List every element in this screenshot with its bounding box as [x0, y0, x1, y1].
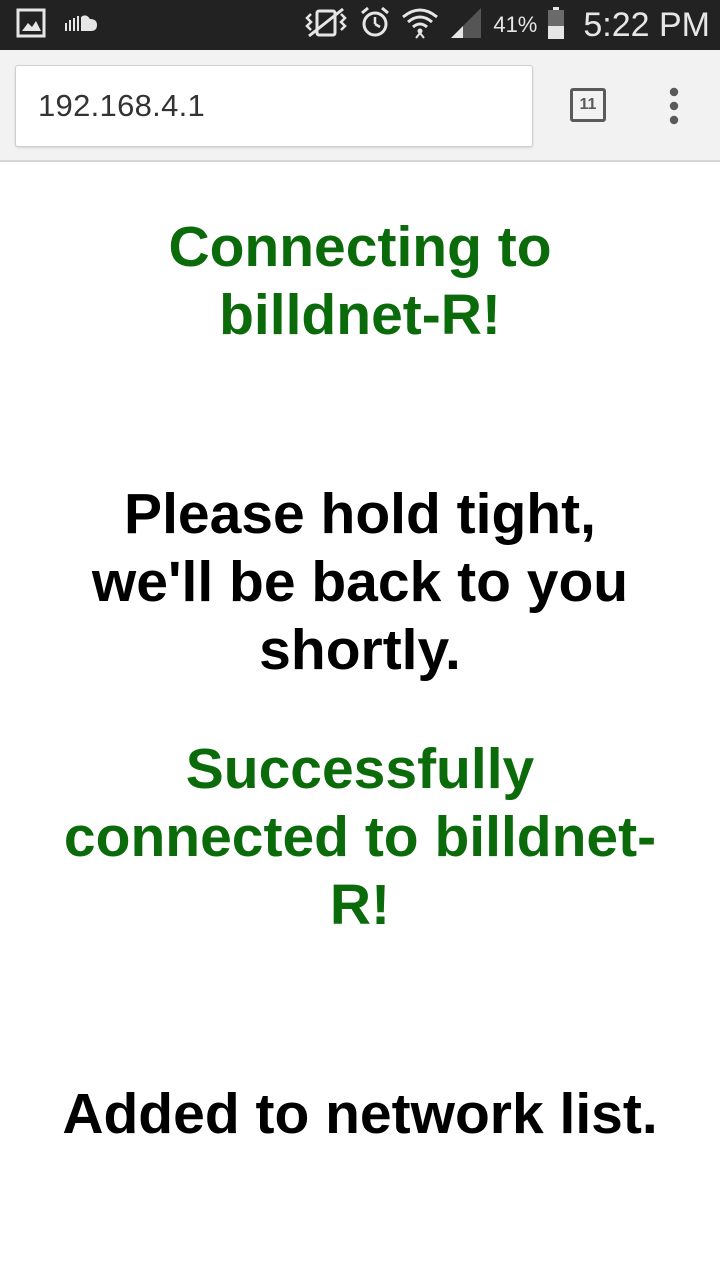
overflow-menu-button[interactable]: [660, 86, 688, 126]
battery-icon: [547, 6, 565, 45]
connecting-message: Connecting to billdnet-R!: [168, 215, 552, 347]
added-message: Added to network list.: [62, 1082, 658, 1146]
browser-toolbar: 192.168.4.1 11: [0, 50, 720, 162]
soundcloud-icon: [64, 13, 98, 38]
signal-icon: [449, 6, 483, 45]
status-bar: 41% 5:22 PM: [0, 0, 720, 50]
url-bar[interactable]: 192.168.4.1: [15, 65, 533, 147]
url-text: 192.168.4.1: [38, 88, 206, 123]
success-message: Successfully connected to billdnet-R!: [63, 737, 657, 937]
alarm-icon: [359, 6, 391, 45]
status-time: 5:22 PM: [583, 5, 710, 44]
page-content: Connecting to billdnet-R! Please hold ti…: [0, 163, 720, 1280]
tab-switcher-button[interactable]: 11: [570, 88, 606, 122]
battery-percent: 41%: [493, 12, 538, 37]
more-vert-icon: [669, 87, 679, 125]
status-bar-left: [16, 8, 98, 43]
tab-count: 11: [579, 96, 597, 113]
hold-message: Please hold tight, we'll be back to you …: [91, 482, 629, 682]
gallery-icon: [16, 8, 46, 43]
wifi-icon: [401, 6, 439, 45]
vibrate-icon: [303, 6, 349, 45]
status-bar-right: 41% 5:22 PM: [303, 0, 710, 50]
